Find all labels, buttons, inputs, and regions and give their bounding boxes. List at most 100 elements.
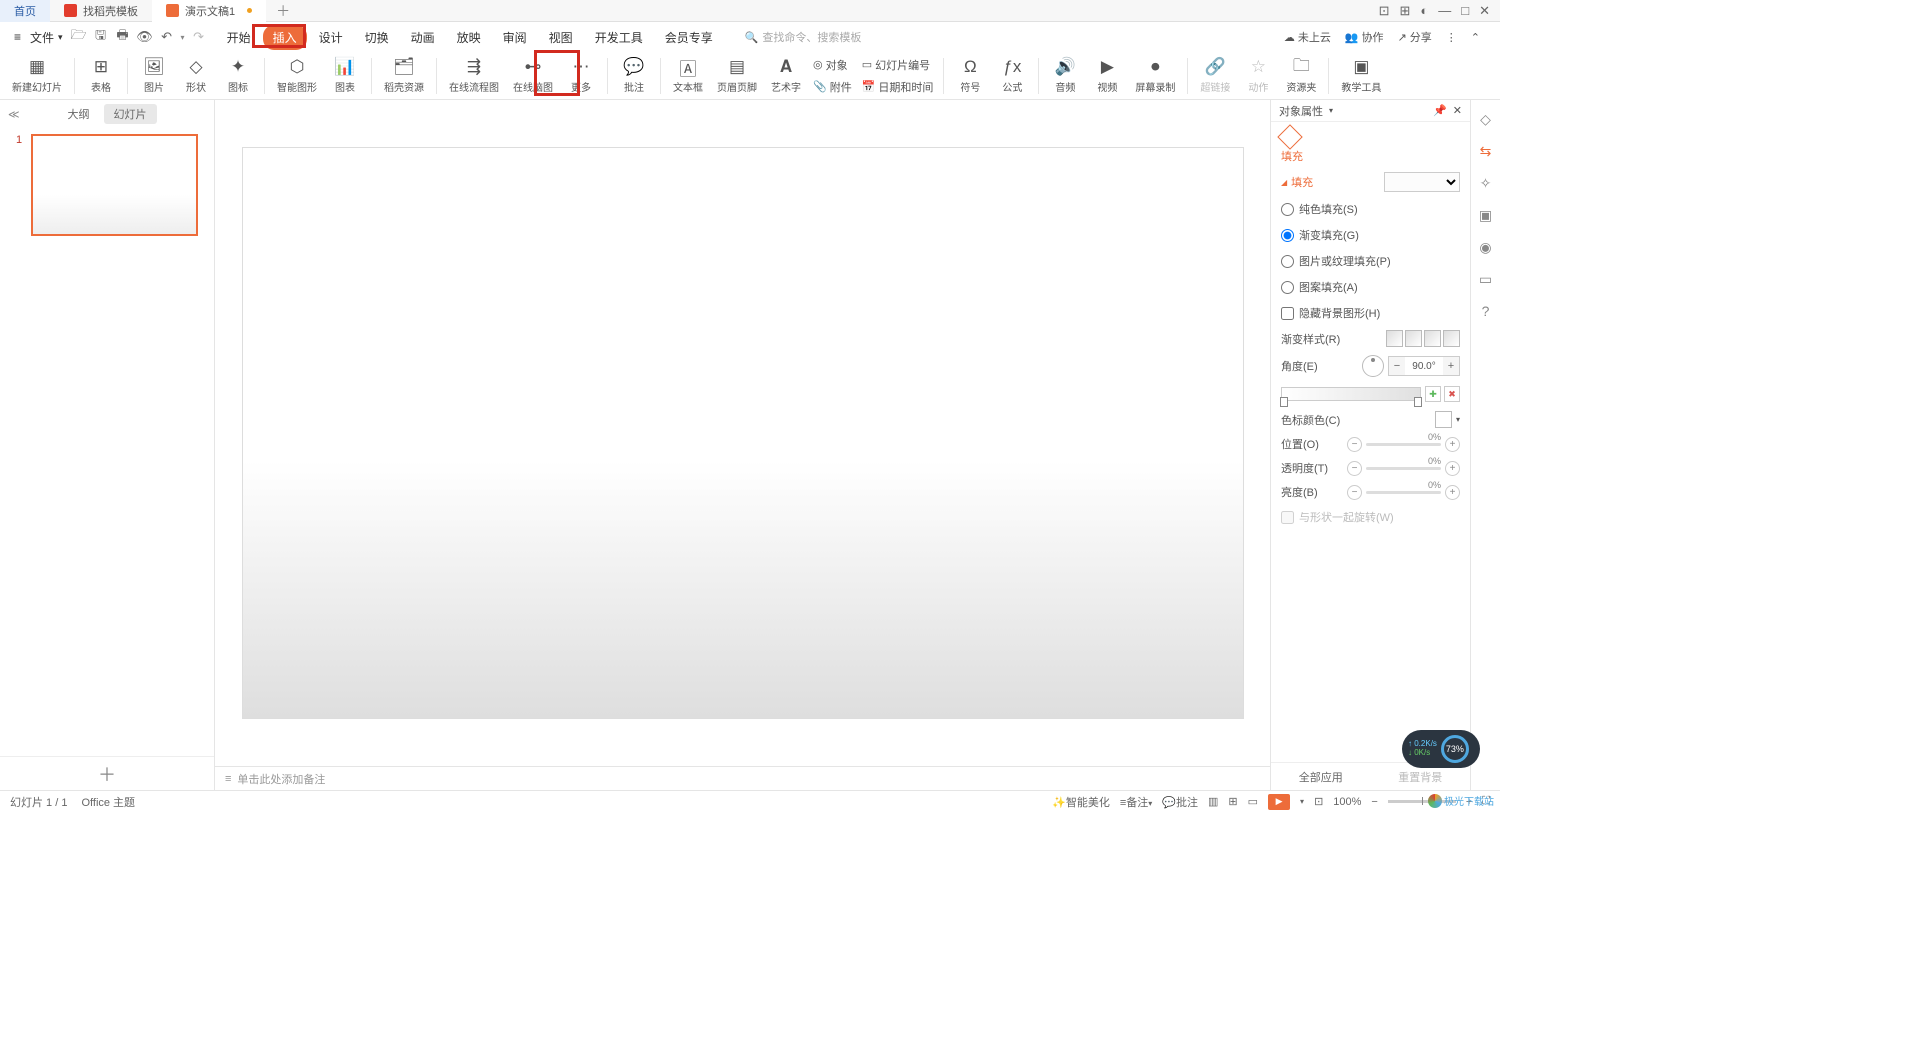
print-icon[interactable]: 🖶 xyxy=(115,29,131,45)
add-stop-icon[interactable]: ✚ xyxy=(1425,386,1441,402)
remove-stop-icon[interactable]: ✖ xyxy=(1444,386,1460,402)
notes-toggle[interactable]: ≡备注▾ xyxy=(1120,794,1152,810)
coop-button[interactable]: 👥协作 xyxy=(1345,29,1384,45)
transparency-minus[interactable]: − xyxy=(1347,461,1362,476)
tool-mind[interactable]: ⊷在线脑图 xyxy=(507,55,559,96)
undo-icon[interactable]: ↶ xyxy=(159,29,175,45)
radio-pattern[interactable]: 图案填充(A) xyxy=(1281,278,1460,296)
section-fill[interactable]: 填充 xyxy=(1281,174,1313,190)
tool-new-slide[interactable]: ▦新建幻灯片 xyxy=(6,55,68,96)
menu-view[interactable]: 视图 xyxy=(539,25,583,50)
tab-add-button[interactable]: ＋ xyxy=(266,1,300,21)
radio-solid-input[interactable] xyxy=(1281,203,1294,216)
open-icon[interactable]: 🗁 xyxy=(71,29,87,45)
tab-document[interactable]: 演示文稿1 xyxy=(152,0,266,22)
vstrip-settings-icon[interactable]: ⇆ xyxy=(1477,142,1495,160)
tool-icon[interactable]: ✦图标 xyxy=(218,55,258,96)
save-icon[interactable]: 🖫 xyxy=(93,29,109,45)
grad-style-2[interactable] xyxy=(1405,330,1422,347)
user-avatar-icon[interactable]: ◐ xyxy=(1420,3,1428,19)
angle-plus[interactable]: + xyxy=(1443,357,1459,375)
tool-shape[interactable]: ◇形状 xyxy=(176,55,216,96)
stop-color-swatch[interactable] xyxy=(1435,411,1452,428)
more-icon[interactable]: ⋮ xyxy=(1446,31,1457,44)
zoom-level[interactable]: 100% xyxy=(1333,796,1361,808)
collapse-panel-icon[interactable]: ≪ xyxy=(8,108,20,121)
menu-transition[interactable]: 切换 xyxy=(355,25,399,50)
notes-bar[interactable]: ≡ 单击此处添加备注 xyxy=(215,766,1270,790)
collapse-ribbon-icon[interactable]: ⌃ xyxy=(1471,31,1480,44)
tool-screenrec[interactable]: ⏺屏幕录制 xyxy=(1129,55,1181,96)
tool-datetime[interactable]: 📅日期和时间 xyxy=(858,77,938,97)
tool-comment[interactable]: 💬批注 xyxy=(614,55,654,96)
angle-minus[interactable]: − xyxy=(1389,357,1405,375)
fill-preset-select[interactable] xyxy=(1384,172,1460,192)
zoom-out-icon[interactable]: − xyxy=(1371,796,1377,808)
vstrip-animation-icon[interactable]: ✧ xyxy=(1477,174,1495,192)
tool-slidenum[interactable]: ▭幻灯片编号 xyxy=(858,55,938,75)
check-hidebg[interactable]: 隐藏背景图形(H) xyxy=(1281,304,1460,322)
redo-icon[interactable]: ↷ xyxy=(191,29,207,45)
tab-templates[interactable]: 找稻壳模板 xyxy=(50,0,152,22)
tool-flow[interactable]: ⇶在线流程图 xyxy=(443,55,505,96)
vstrip-diamond-icon[interactable]: ◇ xyxy=(1477,110,1495,128)
grad-style-1[interactable] xyxy=(1386,330,1403,347)
menu-review[interactable]: 审阅 xyxy=(493,25,537,50)
slide-thumbnail[interactable] xyxy=(31,134,198,236)
vstrip-location-icon[interactable]: ◉ xyxy=(1477,238,1495,256)
fill-tab[interactable]: 填充 xyxy=(1281,128,1460,164)
angle-value[interactable]: 90.0° xyxy=(1405,361,1443,372)
tool-formula[interactable]: ƒx公式 xyxy=(992,55,1032,96)
zoom-fit-icon[interactable]: ⊡ xyxy=(1314,795,1323,808)
menu-design[interactable]: 设计 xyxy=(309,25,353,50)
vstrip-layer-icon[interactable]: ▣ xyxy=(1477,206,1495,224)
gradient-stop-2[interactable] xyxy=(1414,397,1422,407)
tool-textbox[interactable]: 🄰文本框 xyxy=(667,55,709,96)
radio-gradient[interactable]: 渐变填充(G) xyxy=(1281,226,1460,244)
radio-gradient-input[interactable] xyxy=(1281,229,1294,242)
apply-all-button[interactable]: 全部应用 xyxy=(1271,763,1371,790)
tab-home[interactable]: 首页 xyxy=(0,0,50,22)
brightness-slider[interactable]: 0% xyxy=(1366,491,1441,494)
tool-object[interactable]: ◎对象 xyxy=(809,55,856,75)
tool-res[interactable]: 🗂稻壳资源 xyxy=(378,55,430,96)
menu-animation[interactable]: 动画 xyxy=(401,25,445,50)
share-button[interactable]: ↗分享 xyxy=(1398,29,1432,45)
tool-teach[interactable]: ▣教学工具 xyxy=(1335,55,1387,96)
radio-solid[interactable]: 纯色填充(S) xyxy=(1281,200,1460,218)
search-input[interactable]: 🔍查找命令、搜索模板 xyxy=(745,29,862,45)
tab-outline[interactable]: 大纲 xyxy=(58,104,100,124)
network-widget[interactable]: ↑ 0.2K/s ↓ 0K/s 73% xyxy=(1402,730,1480,768)
radio-picture[interactable]: 图片或纹理填充(P) xyxy=(1281,252,1460,270)
grad-style-4[interactable] xyxy=(1443,330,1460,347)
beautify-button[interactable]: ✨智能美化 xyxy=(1052,794,1110,810)
file-menu[interactable]: ≡文件▾ xyxy=(8,27,69,48)
vstrip-help-icon[interactable]: ? xyxy=(1477,302,1495,320)
radio-pattern-input[interactable] xyxy=(1281,281,1294,294)
apps-icon[interactable]: ⊞ xyxy=(1399,3,1410,19)
gradient-bar[interactable] xyxy=(1281,387,1421,401)
position-minus[interactable]: − xyxy=(1347,437,1362,452)
transparency-plus[interactable]: + xyxy=(1445,461,1460,476)
tool-header[interactable]: ▤页眉页脚 xyxy=(711,55,763,96)
tool-more[interactable]: ⋯更多 xyxy=(561,55,601,96)
slideshow-button[interactable]: ▶ xyxy=(1268,794,1290,810)
reading-mode-icon[interactable]: ⊡ xyxy=(1379,3,1390,19)
view-reading-icon[interactable]: ▭ xyxy=(1248,795,1258,808)
menu-devtools[interactable]: 开发工具 xyxy=(585,25,653,50)
tool-audio[interactable]: 🔊音频 xyxy=(1045,55,1085,96)
tool-wordart[interactable]: 𝐀艺术字 xyxy=(765,55,807,96)
pin-icon[interactable]: 📌 xyxy=(1433,104,1447,117)
menu-insert[interactable]: 插入 xyxy=(263,25,307,50)
tool-picture[interactable]: 🖼图片 xyxy=(134,55,174,96)
vstrip-book-icon[interactable]: ▭ xyxy=(1477,270,1495,288)
maximize-icon[interactable]: □ xyxy=(1461,3,1469,19)
position-slider[interactable]: 0% xyxy=(1366,443,1441,446)
tool-attach[interactable]: 📎附件 xyxy=(809,77,856,97)
gradient-stop-1[interactable] xyxy=(1280,397,1288,407)
print-preview-icon[interactable]: 👁 xyxy=(137,29,153,45)
grad-style-3[interactable] xyxy=(1424,330,1441,347)
tool-resfolder[interactable]: 🗀资源夹 xyxy=(1280,55,1322,96)
close-panel-icon[interactable]: ✕ xyxy=(1453,104,1462,117)
angle-dial[interactable] xyxy=(1362,355,1384,377)
